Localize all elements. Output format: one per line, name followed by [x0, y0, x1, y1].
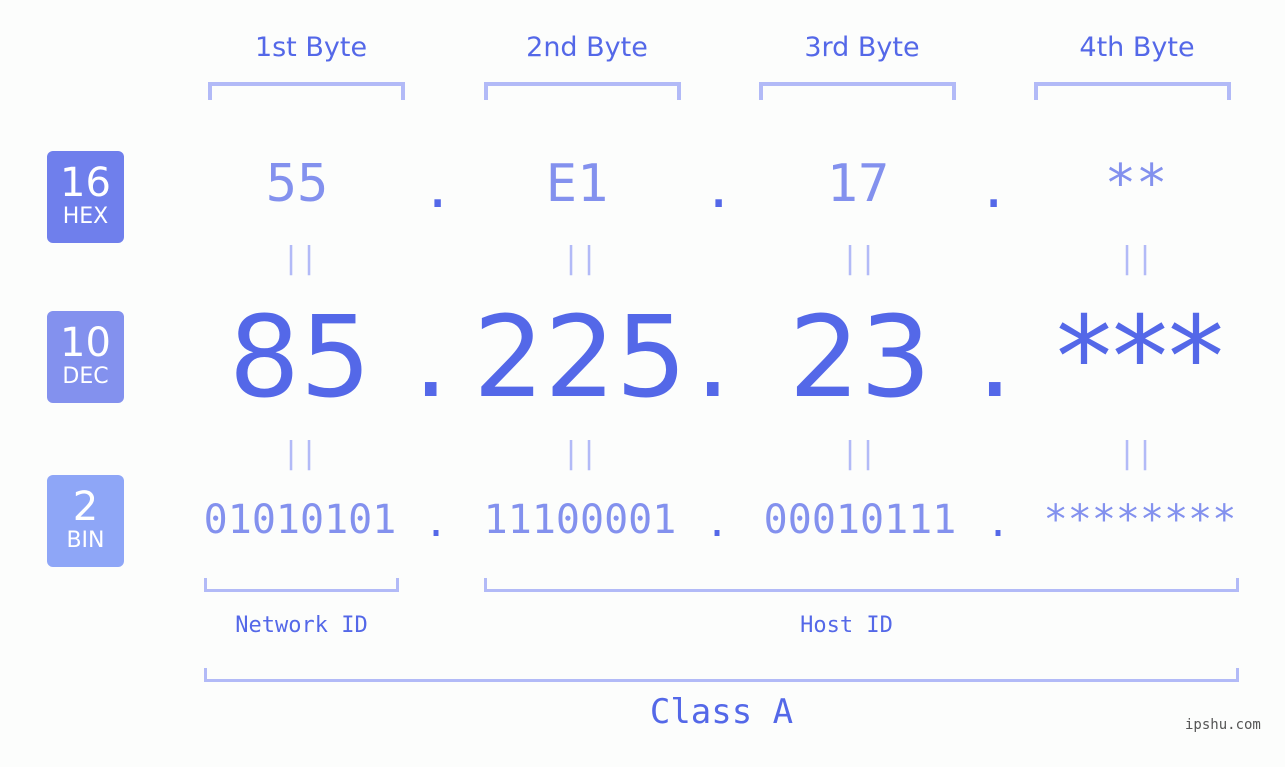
equals-sign: || [1117, 241, 1155, 276]
network-id-label: Network ID [235, 613, 368, 638]
hex-byte-1: 55 [265, 154, 329, 214]
dec-badge: 10 DEC [47, 311, 124, 403]
equals-sign: || [840, 436, 878, 471]
dec-dot-1: . [413, 293, 449, 423]
dec-dot-3: . [977, 293, 1013, 423]
byte-bracket-1 [208, 82, 405, 100]
bin-byte-3: 00010111 [763, 497, 957, 543]
network-id-bracket [204, 578, 399, 592]
byte-bracket-3 [759, 82, 956, 100]
host-id-bracket [484, 578, 1239, 592]
host-id-label: Host ID [800, 613, 893, 638]
equals-sign: || [561, 241, 599, 276]
dec-byte-2: 225 [473, 293, 687, 423]
dec-dot-2: . [695, 293, 731, 423]
byte-bracket-2 [484, 82, 681, 100]
dec-badge-label: DEC [62, 364, 109, 389]
hex-dot-2: . [703, 160, 735, 220]
hex-badge-number: 16 [60, 160, 111, 206]
equals-sign: || [281, 436, 319, 471]
hex-byte-4: ** [1104, 154, 1168, 214]
bin-byte-1: 01010101 [203, 497, 397, 543]
bin-dot-1: . [424, 500, 449, 546]
dec-byte-4: *** [1056, 293, 1224, 423]
bin-badge-number: 2 [72, 484, 99, 530]
dec-byte-3: 23 [788, 293, 932, 423]
bin-byte-4: ******** [1043, 497, 1237, 543]
bin-badge-label: BIN [66, 528, 105, 553]
byte-bracket-4 [1034, 82, 1231, 100]
bin-badge: 2 BIN [47, 475, 124, 567]
equals-sign: || [840, 241, 878, 276]
bin-dot-2: . [705, 500, 730, 546]
hex-dot-3: . [978, 160, 1010, 220]
equals-sign: || [1117, 436, 1155, 471]
byte-header-3: 3rd Byte [804, 32, 920, 63]
equals-sign: || [281, 241, 319, 276]
byte-header-1: 1st Byte [254, 32, 368, 63]
bin-dot-3: . [986, 500, 1011, 546]
dec-badge-number: 10 [60, 320, 111, 366]
byte-header-2: 2nd Byte [526, 32, 648, 63]
hex-badge-label: HEX [62, 204, 109, 229]
class-bracket [204, 668, 1239, 682]
hex-dot-1: . [422, 160, 454, 220]
hex-byte-3: 17 [826, 154, 890, 214]
class-label: Class A [649, 692, 794, 732]
bin-byte-2: 11100001 [483, 497, 677, 543]
watermark: ipshu.com [1185, 717, 1261, 733]
equals-sign: || [561, 436, 599, 471]
hex-badge: 16 HEX [47, 151, 124, 243]
byte-header-4: 4th Byte [1079, 32, 1195, 63]
hex-byte-2: E1 [545, 154, 609, 214]
dec-byte-1: 85 [228, 293, 372, 423]
